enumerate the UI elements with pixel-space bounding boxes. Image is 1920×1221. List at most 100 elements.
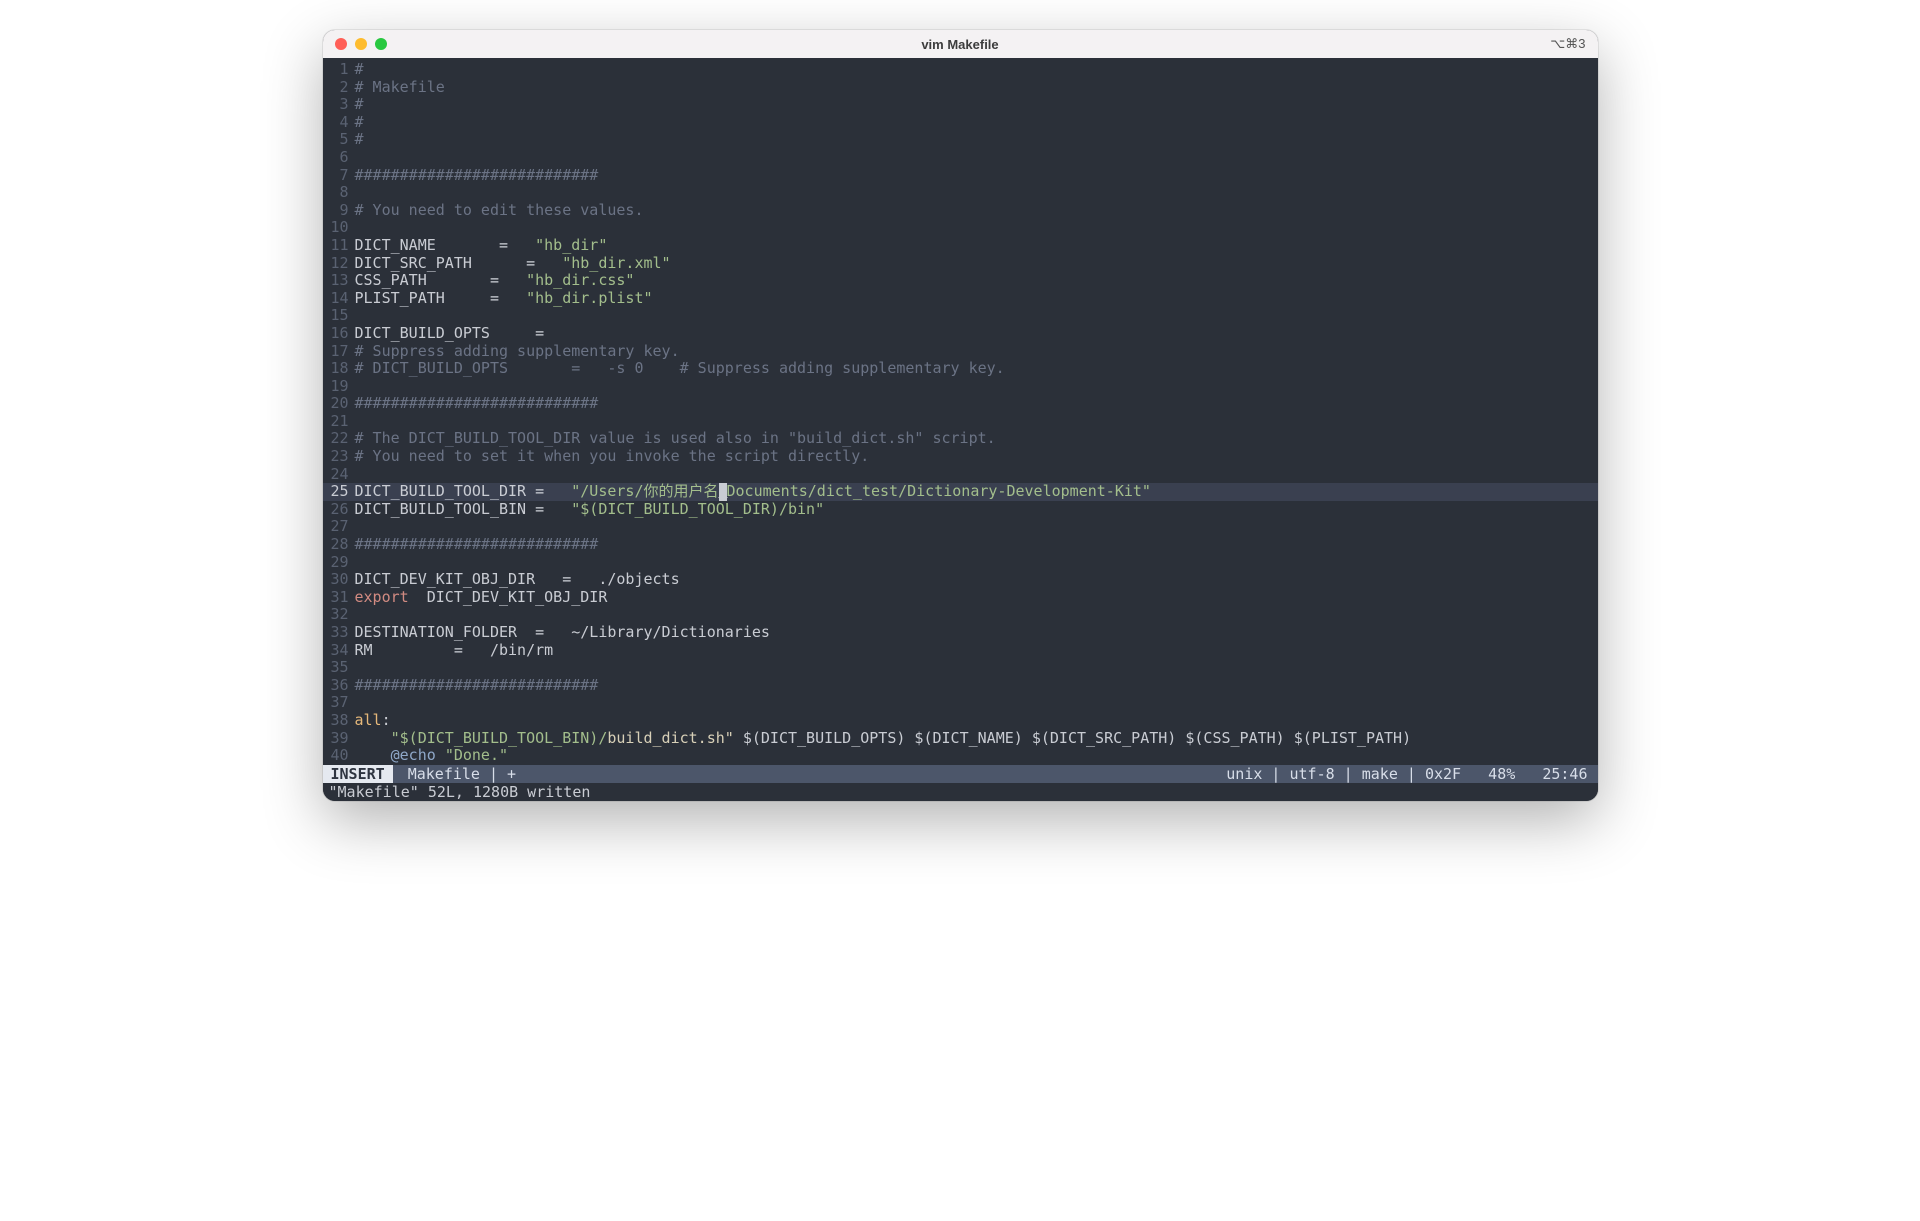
line-number: 12 [323, 255, 355, 273]
code-line[interactable]: 7########################### [323, 167, 1598, 185]
code-content[interactable] [355, 184, 1598, 202]
code-line[interactable]: 40 @echo "Done." [323, 747, 1598, 765]
code-content[interactable]: DICT_BUILD_OPTS = [355, 325, 1598, 343]
zoom-icon[interactable] [375, 38, 387, 50]
code-content[interactable]: export DICT_DEV_KIT_OBJ_DIR [355, 589, 1598, 607]
code-content[interactable]: # [355, 96, 1598, 114]
code-line[interactable]: 36########################### [323, 677, 1598, 695]
code-content[interactable] [355, 659, 1598, 677]
code-line[interactable]: 3# [323, 96, 1598, 114]
code-line[interactable]: 16DICT_BUILD_OPTS = [323, 325, 1598, 343]
line-number: 36 [323, 677, 355, 695]
code-line[interactable]: 5# [323, 131, 1598, 149]
code-content[interactable]: # [355, 114, 1598, 132]
code-content[interactable]: DESTINATION_FOLDER = ~/Library/Dictionar… [355, 624, 1598, 642]
code-content[interactable]: all: [355, 712, 1598, 730]
code-content[interactable]: # [355, 61, 1598, 79]
code-content[interactable]: # You need to set it when you invoke the… [355, 448, 1598, 466]
code-line[interactable]: 39 "$(DICT_BUILD_TOOL_BIN)/build_dict.sh… [323, 730, 1598, 748]
code-line[interactable]: 20########################### [323, 395, 1598, 413]
line-number: 40 [323, 747, 355, 765]
code-line[interactable]: 34RM = /bin/rm [323, 642, 1598, 660]
code-line[interactable]: 33DESTINATION_FOLDER = ~/Library/Diction… [323, 624, 1598, 642]
minimize-icon[interactable] [355, 38, 367, 50]
code-line[interactable]: 9# You need to edit these values. [323, 202, 1598, 220]
code-line[interactable]: 13CSS_PATH = "hb_dir.css" [323, 272, 1598, 290]
code-content[interactable] [355, 149, 1598, 167]
code-content[interactable] [355, 219, 1598, 237]
code-content[interactable]: "$(DICT_BUILD_TOOL_BIN)/build_dict.sh" $… [355, 730, 1598, 748]
code-line[interactable]: 23# You need to set it when you invoke t… [323, 448, 1598, 466]
code-content[interactable] [355, 518, 1598, 536]
code-line[interactable]: 24 [323, 466, 1598, 484]
editor-area[interactable]: 1#2# Makefile3#4#5#67###################… [323, 58, 1598, 765]
line-number: 37 [323, 694, 355, 712]
code-line[interactable]: 22# The DICT_BUILD_TOOL_DIR value is use… [323, 430, 1598, 448]
code-line[interactable]: 10 [323, 219, 1598, 237]
code-line[interactable]: 37 [323, 694, 1598, 712]
code-line[interactable]: 19 [323, 378, 1598, 396]
code-line[interactable]: 30DICT_DEV_KIT_OBJ_DIR = ./objects [323, 571, 1598, 589]
code-line[interactable]: 35 [323, 659, 1598, 677]
code-line[interactable]: 4# [323, 114, 1598, 132]
code-content[interactable]: RM = /bin/rm [355, 642, 1598, 660]
code-line[interactable]: 14PLIST_PATH = "hb_dir.plist" [323, 290, 1598, 308]
code-content[interactable]: # You need to edit these values. [355, 202, 1598, 220]
code-content[interactable]: ########################### [355, 536, 1598, 554]
line-number: 26 [323, 501, 355, 519]
window-shortcut: ⌥⌘3 [1550, 36, 1585, 52]
code-content[interactable] [355, 378, 1598, 396]
code-content[interactable]: # Makefile [355, 79, 1598, 97]
code-line[interactable]: 15 [323, 307, 1598, 325]
line-number: 34 [323, 642, 355, 660]
code-line[interactable]: 18# DICT_BUILD_OPTS = -s 0 # Suppress ad… [323, 360, 1598, 378]
line-number: 19 [323, 378, 355, 396]
line-number: 29 [323, 554, 355, 572]
titlebar: vim Makefile ⌥⌘3 [323, 30, 1598, 58]
code-line[interactable]: 2# Makefile [323, 79, 1598, 97]
code-content[interactable] [355, 606, 1598, 624]
code-content[interactable]: DICT_SRC_PATH = "hb_dir.xml" [355, 255, 1598, 273]
code-line[interactable]: 28########################### [323, 536, 1598, 554]
code-line[interactable]: 21 [323, 413, 1598, 431]
code-line[interactable]: 17# Suppress adding supplementary key. [323, 343, 1598, 361]
code-line[interactable]: 26DICT_BUILD_TOOL_BIN = "$(DICT_BUILD_TO… [323, 501, 1598, 519]
code-content[interactable]: DICT_NAME = "hb_dir" [355, 237, 1598, 255]
code-content[interactable]: @echo "Done." [355, 747, 1598, 765]
code-line[interactable]: 27 [323, 518, 1598, 536]
code-content[interactable] [355, 554, 1598, 572]
code-content[interactable]: ########################### [355, 167, 1598, 185]
code-content[interactable] [355, 307, 1598, 325]
code-line[interactable]: 6 [323, 149, 1598, 167]
code-content[interactable]: # DICT_BUILD_OPTS = -s 0 # Suppress addi… [355, 360, 1598, 378]
code-content[interactable]: CSS_PATH = "hb_dir.css" [355, 272, 1598, 290]
line-number: 24 [323, 466, 355, 484]
code-content[interactable]: ########################### [355, 677, 1598, 695]
code-content[interactable]: # [355, 131, 1598, 149]
code-content[interactable] [355, 466, 1598, 484]
text-cursor: / [719, 483, 727, 501]
code-line[interactable]: 11DICT_NAME = "hb_dir" [323, 237, 1598, 255]
code-line[interactable]: 32 [323, 606, 1598, 624]
code-content[interactable]: ########################### [355, 395, 1598, 413]
line-number: 14 [323, 290, 355, 308]
close-icon[interactable] [335, 38, 347, 50]
code-content[interactable] [355, 413, 1598, 431]
code-content[interactable]: DICT_BUILD_TOOL_BIN = "$(DICT_BUILD_TOOL… [355, 501, 1598, 519]
code-line[interactable]: 29 [323, 554, 1598, 572]
code-content[interactable]: PLIST_PATH = "hb_dir.plist" [355, 290, 1598, 308]
code-line[interactable]: 12DICT_SRC_PATH = "hb_dir.xml" [323, 255, 1598, 273]
code-line[interactable]: 8 [323, 184, 1598, 202]
code-line[interactable]: 1# [323, 61, 1598, 79]
code-content[interactable] [355, 694, 1598, 712]
line-number: 33 [323, 624, 355, 642]
code-content[interactable]: # Suppress adding supplementary key. [355, 343, 1598, 361]
code-content[interactable]: # The DICT_BUILD_TOOL_DIR value is used … [355, 430, 1598, 448]
terminal-window: vim Makefile ⌥⌘3 1#2# Makefile3#4#5#67##… [323, 30, 1598, 801]
code-line[interactable]: 25DICT_BUILD_TOOL_DIR = "/Users/你的用户名/Do… [323, 483, 1598, 501]
code-content[interactable]: DICT_DEV_KIT_OBJ_DIR = ./objects [355, 571, 1598, 589]
code-content[interactable]: DICT_BUILD_TOOL_DIR = "/Users/你的用户名/Docu… [355, 483, 1598, 501]
code-line[interactable]: 38all: [323, 712, 1598, 730]
code-line[interactable]: 31export DICT_DEV_KIT_OBJ_DIR [323, 589, 1598, 607]
line-number: 16 [323, 325, 355, 343]
